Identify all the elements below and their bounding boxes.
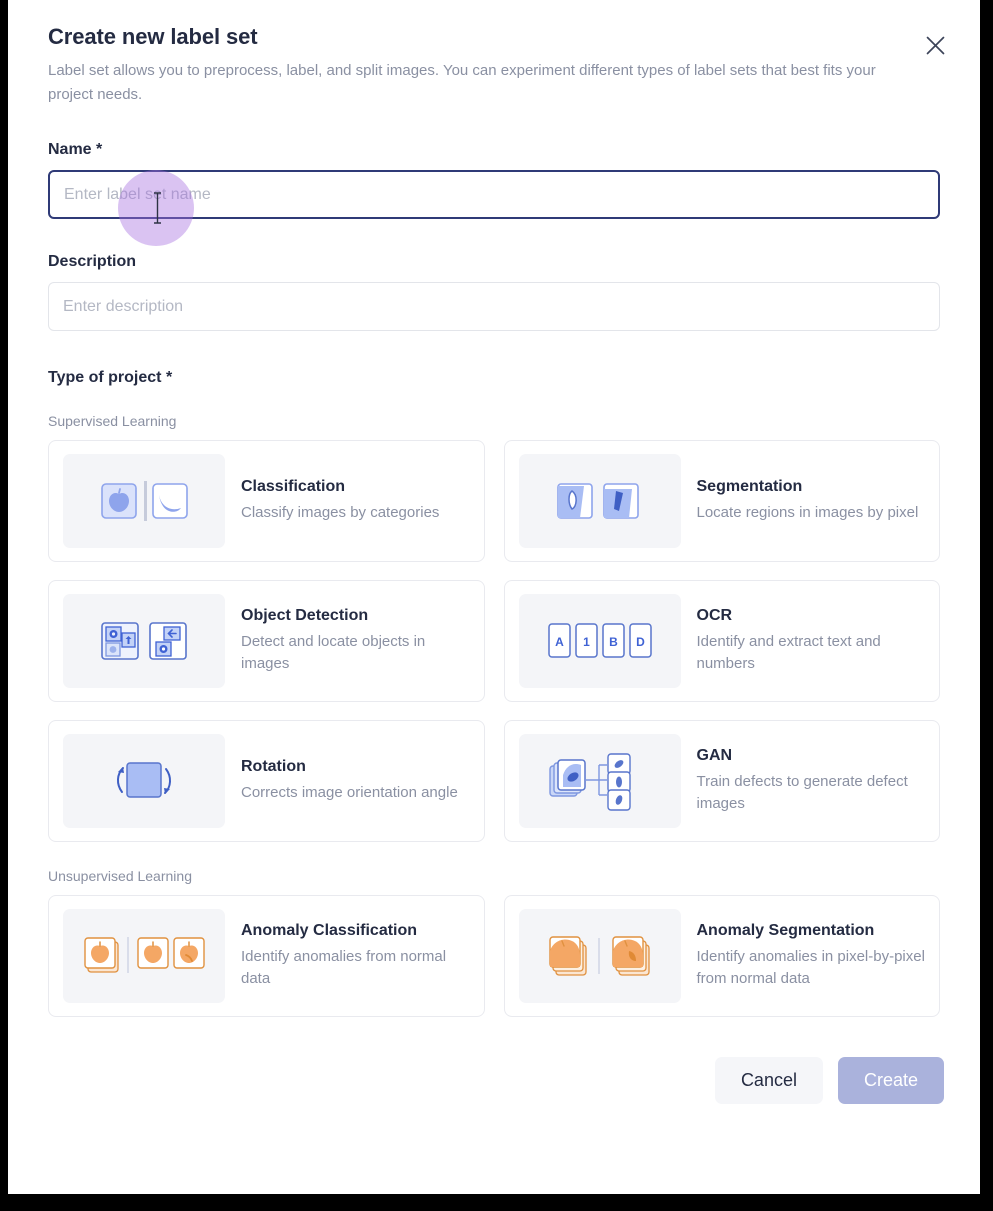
svg-text:1: 1	[583, 635, 590, 649]
card-text: GAN Train defects to generate defect ima…	[697, 747, 926, 815]
card-title: Segmentation	[696, 478, 803, 495]
card-description: Identify anomalies in pixel-by-pixel fro…	[696, 948, 925, 987]
card-text: Segmentation Locate regions in images by…	[697, 478, 926, 524]
region-mask-segmentation-icon	[518, 454, 681, 548]
card-title: Object Detection	[241, 607, 369, 624]
dialog-footer: Cancel Create	[8, 1017, 980, 1104]
project-type-card-rotation[interactable]: Rotation Corrects image orientation angl…	[48, 720, 485, 842]
svg-text:A: A	[555, 635, 564, 649]
dialog-form: Name * Description Type of project * Sup…	[8, 141, 980, 1017]
anomaly-segmentation-icon	[518, 909, 681, 1003]
supervised-group-label: Supervised Learning	[48, 413, 177, 429]
create-label-set-dialog: Create new label set Label set allows yo…	[8, 0, 980, 1194]
dialog-subtitle: Label set allows you to preprocess, labe…	[48, 62, 876, 103]
project-type-card-ocr[interactable]: A 1 B D OCR Identify and extract text an…	[503, 580, 940, 702]
card-text: Anomaly Segmentation Identify anomalies …	[697, 922, 926, 990]
close-button[interactable]	[918, 28, 952, 62]
card-title: GAN	[696, 747, 733, 764]
create-button[interactable]: Create	[837, 1057, 944, 1104]
name-input[interactable]	[48, 170, 940, 219]
apple-banana-classification-icon	[63, 454, 225, 548]
card-description: Corrects image orientation angle	[241, 784, 458, 801]
card-description: Classify images by categories	[241, 504, 440, 521]
card-text: Object Detection Detect and locate objec…	[241, 607, 470, 675]
card-text: Anomaly Classification Identify anomalie…	[241, 922, 470, 990]
description-input[interactable]	[48, 282, 940, 331]
page-title: Create new label set	[48, 24, 258, 49]
card-description: Identify and extract text and numbers	[696, 633, 881, 672]
unsupervised-group-label: Unsupervised Learning	[48, 868, 192, 884]
card-text: OCR Identify and extract text and number…	[697, 607, 926, 675]
rotate-square-icon	[63, 734, 225, 828]
card-description: Identify anomalies from normal data	[241, 948, 447, 987]
supervised-card-grid: Classification Classify images by catego…	[48, 440, 940, 842]
project-type-card-segmentation[interactable]: Segmentation Locate regions in images by…	[503, 440, 940, 562]
project-type-card-anomaly-segmentation[interactable]: Anomaly Segmentation Identify anomalies …	[503, 895, 940, 1017]
name-field-label: Name *	[48, 141, 103, 158]
project-type-card-classification[interactable]: Classification Classify images by catego…	[48, 440, 485, 562]
card-text: Rotation Corrects image orientation angl…	[241, 758, 470, 804]
description-field-label: Description	[48, 253, 137, 270]
gan-generate-icon	[518, 734, 681, 828]
dialog-header: Create new label set Label set allows yo…	[8, 0, 980, 107]
card-title: Anomaly Classification	[241, 922, 418, 939]
card-title: OCR	[696, 607, 733, 624]
svg-text:D: D	[636, 635, 645, 649]
card-title: Anomaly Segmentation	[696, 922, 875, 939]
character-boxes-ocr-icon: A 1 B D	[518, 594, 681, 688]
cancel-button[interactable]: Cancel	[714, 1057, 823, 1104]
project-type-section-title: Type of project *	[48, 369, 173, 386]
card-title: Classification	[241, 478, 346, 495]
close-icon	[925, 35, 946, 56]
card-title: Rotation	[241, 758, 306, 775]
card-description: Detect and locate objects in images	[241, 633, 426, 672]
anomaly-classification-icon	[63, 909, 225, 1003]
project-type-card-anomaly-classification[interactable]: Anomaly Classification Identify anomalie…	[48, 895, 485, 1017]
project-type-card-gan[interactable]: GAN Train defects to generate defect ima…	[503, 720, 940, 842]
unsupervised-card-grid: Anomaly Classification Identify anomalie…	[48, 895, 940, 1017]
bounding-box-detection-icon	[63, 594, 225, 688]
svg-text:B: B	[609, 635, 618, 649]
card-description: Train defects to generate defect images	[696, 773, 908, 812]
card-description: Locate regions in images by pixel	[696, 504, 919, 521]
card-text: Classification Classify images by catego…	[241, 478, 470, 524]
project-type-card-object-detection[interactable]: Object Detection Detect and locate objec…	[48, 580, 485, 702]
